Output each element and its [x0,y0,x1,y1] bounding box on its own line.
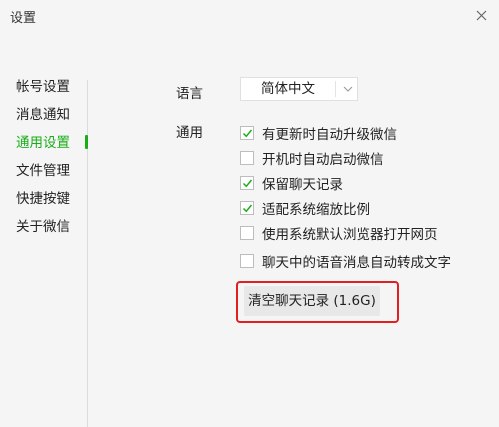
close-icon [476,10,486,20]
option-label: 有更新时自动升级微信 [262,127,397,143]
language-value: 简体中文 [261,81,315,97]
sidebar-item-about[interactable]: 关于微信 [16,215,70,235]
option-label: 开机时自动启动微信 [262,152,384,168]
sidebar-item-shortcuts[interactable]: 快捷按键 [16,187,70,207]
close-button[interactable] [463,0,499,30]
option-voice-to-text[interactable]: 聊天中的语音消息自动转成文字 [240,252,451,271]
checkbox[interactable] [240,126,254,140]
checkbox[interactable] [240,176,254,190]
language-label: 语言 [176,86,203,102]
option-auto-update[interactable]: 有更新时自动升级微信 [240,124,397,143]
option-system-scaling[interactable]: 适配系统缩放比例 [240,199,370,218]
check-icon [242,179,253,188]
option-label: 适配系统缩放比例 [262,202,370,218]
option-auto-start[interactable]: 开机时自动启动微信 [240,149,384,168]
title-bar: 设置 [0,0,499,30]
checkbox[interactable] [240,151,254,165]
clear-chat-history-button[interactable]: 清空聊天记录 (1.6G) [244,286,380,316]
sidebar-item-notifications[interactable]: 消息通知 [16,103,70,123]
checkbox[interactable] [240,226,254,240]
sidebar-divider [87,80,88,427]
select-separator [335,81,336,97]
option-label: 保留聊天记录 [262,177,343,193]
option-default-browser[interactable]: 使用系统默认浏览器打开网页 [240,224,438,243]
sidebar-item-account[interactable]: 帐号设置 [16,75,70,95]
window-title: 设置 [10,11,37,26]
option-label: 使用系统默认浏览器打开网页 [262,227,438,243]
option-label: 聊天中的语音消息自动转成文字 [262,255,451,271]
sidebar-item-general[interactable]: 通用设置 [16,131,70,151]
active-indicator [85,135,88,149]
check-icon [242,204,253,213]
language-select[interactable]: 简体中文 [240,77,358,101]
chevron-down-icon [339,78,357,100]
option-keep-history[interactable]: 保留聊天记录 [240,174,343,193]
checkbox[interactable] [240,254,254,268]
check-icon [242,129,253,138]
sidebar-item-files[interactable]: 文件管理 [16,159,70,179]
checkbox[interactable] [240,201,254,215]
general-label: 通用 [176,125,203,141]
